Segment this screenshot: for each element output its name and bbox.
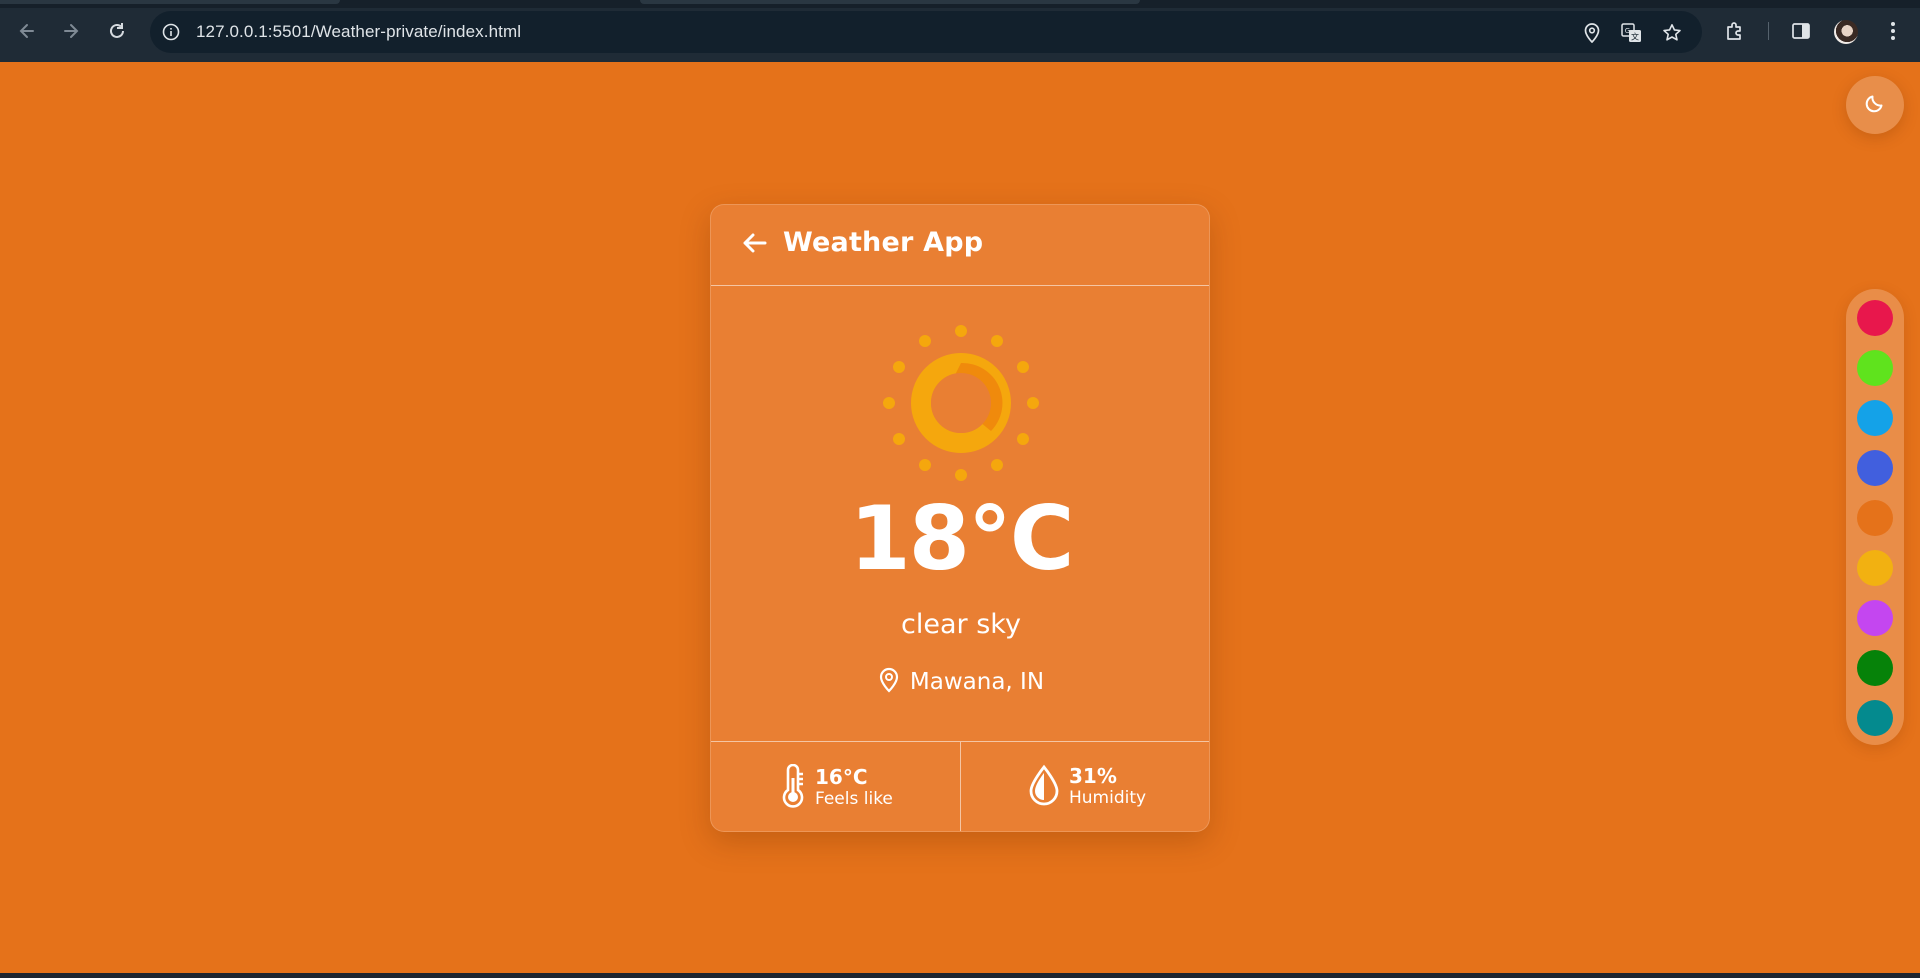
menu-kebab-icon[interactable] xyxy=(1880,18,1906,44)
humidity-stat: 31% Humidity xyxy=(1027,764,1146,810)
back-button[interactable] xyxy=(739,230,769,260)
profile-avatar[interactable] xyxy=(1834,20,1858,44)
bottom-edge xyxy=(0,973,1920,978)
moon-icon xyxy=(1864,92,1886,118)
color-swatch[interactable] xyxy=(1857,400,1893,436)
map-pin-icon xyxy=(878,667,900,697)
color-swatch[interactable] xyxy=(1857,650,1893,686)
tab[interactable] xyxy=(0,0,340,4)
dark-mode-toggle[interactable] xyxy=(1846,76,1904,134)
back-icon[interactable] xyxy=(13,17,41,45)
url-text[interactable]: 127.0.0.1:5501/Weather-private/index.htm… xyxy=(196,22,521,42)
color-swatch[interactable] xyxy=(1857,500,1893,536)
card-header: Weather App xyxy=(711,205,1209,286)
toolbar-separator xyxy=(1768,22,1769,40)
tab-strip xyxy=(0,0,1920,8)
extensions-icon[interactable] xyxy=(1722,18,1748,44)
translate-icon[interactable]: 文G xyxy=(1620,21,1644,45)
location-text: Mawana, IN xyxy=(909,669,1045,695)
card-footer: 16°C Feels like 31% Humidity xyxy=(711,741,1209,831)
weather-description: clear sky xyxy=(901,609,1021,640)
thermometer-icon xyxy=(779,763,807,812)
humidity-value: 31% xyxy=(1069,764,1117,788)
color-swatch[interactable] xyxy=(1857,700,1893,736)
humidity-label: Humidity xyxy=(1069,788,1147,808)
location-icon[interactable] xyxy=(1580,21,1604,45)
color-swatch[interactable] xyxy=(1857,600,1893,636)
feels-like-stat: 16°C Feels like xyxy=(779,763,893,812)
weather-card: Weather App 18°C clear sky Mawana, IN 16… xyxy=(710,204,1210,832)
app-title: Weather App xyxy=(783,227,984,258)
bookmark-star-icon[interactable] xyxy=(1660,21,1684,45)
feels-like-label: Feels like xyxy=(815,789,893,809)
color-palette xyxy=(1846,289,1904,745)
location: Mawana, IN xyxy=(711,667,1209,697)
side-panel-icon[interactable] xyxy=(1788,18,1814,44)
color-swatch[interactable] xyxy=(1857,450,1893,486)
svg-text:G: G xyxy=(1625,27,1630,35)
sun-icon xyxy=(881,323,1041,483)
color-swatch[interactable] xyxy=(1857,350,1893,386)
feels-like-value: 16°C xyxy=(815,765,868,789)
address-bar[interactable]: 127.0.0.1:5501/Weather-private/index.htm… xyxy=(150,11,1702,53)
tab[interactable] xyxy=(640,0,1140,4)
reload-icon[interactable] xyxy=(103,17,131,45)
footer-divider xyxy=(960,742,961,831)
forward-icon[interactable] xyxy=(57,17,85,45)
temperature: 18°C xyxy=(849,487,1074,590)
color-swatch[interactable] xyxy=(1857,550,1893,586)
color-swatch[interactable] xyxy=(1857,300,1893,336)
water-drop-icon xyxy=(1027,764,1061,810)
svg-text:文: 文 xyxy=(1631,32,1639,42)
browser-toolbar: 127.0.0.1:5501/Weather-private/index.htm… xyxy=(0,0,1920,62)
site-info-icon[interactable] xyxy=(160,21,182,43)
arrow-left-icon xyxy=(741,232,767,258)
